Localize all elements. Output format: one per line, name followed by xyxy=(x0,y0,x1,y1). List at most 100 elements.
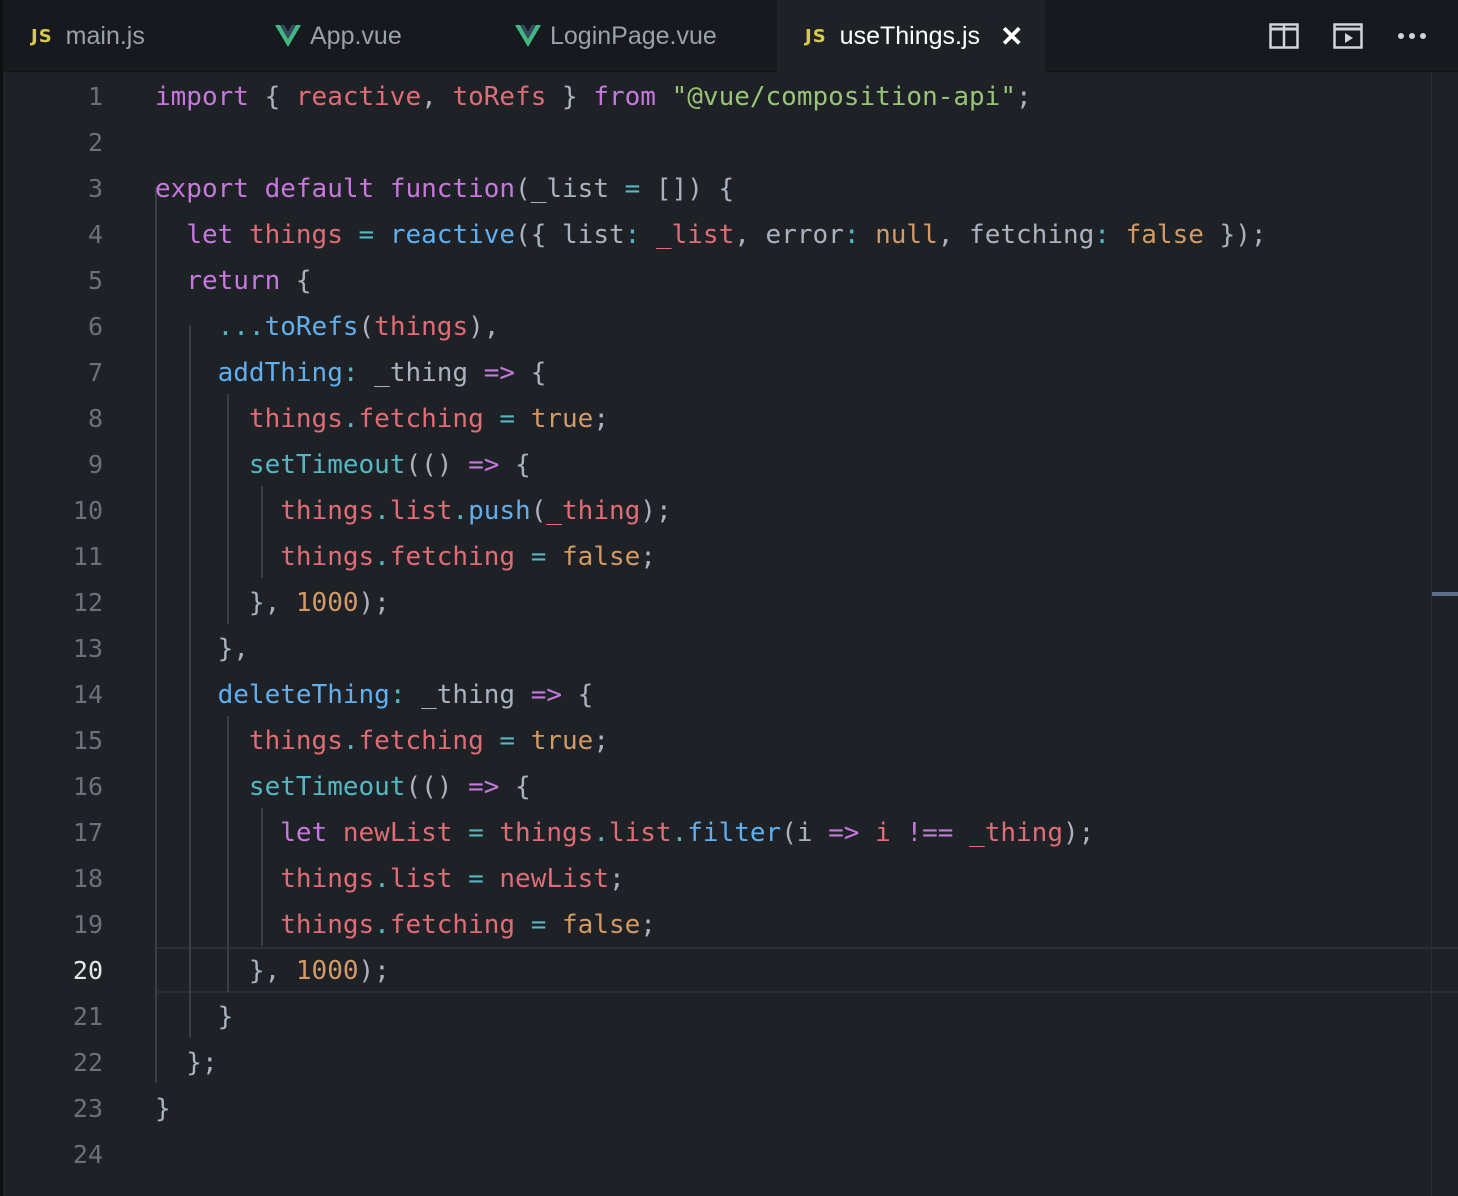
code-line[interactable]: things.fetching = true; xyxy=(155,718,609,764)
line-number: 19 xyxy=(72,910,103,939)
line-number: 18 xyxy=(72,864,103,893)
code-token: things xyxy=(499,818,594,848)
code-token: filter xyxy=(687,818,782,848)
close-icon[interactable]: ✕ xyxy=(1000,20,1023,53)
code-line[interactable]: }, xyxy=(155,626,249,672)
code-line[interactable]: setTimeout(() => { xyxy=(155,764,531,810)
code-token: _thing xyxy=(358,358,484,388)
code-line[interactable]: }, 1000); xyxy=(155,580,390,626)
code-line[interactable]: deleteThing: _thing => { xyxy=(155,672,594,718)
code-line[interactable]: things.fetching = false; xyxy=(155,534,656,580)
code-token: list xyxy=(608,818,672,848)
code-token: function xyxy=(389,174,516,204)
code-token: : xyxy=(342,358,359,388)
code-token: ; xyxy=(608,864,625,894)
code-token: ( xyxy=(358,312,375,342)
code-line[interactable]: addThing: _thing => { xyxy=(155,350,547,396)
vertical-scrollbar[interactable] xyxy=(1431,72,1458,1196)
code-token: { xyxy=(562,680,594,710)
code-line[interactable]: export default function(_list = []) { xyxy=(155,166,734,212)
code-token: { xyxy=(515,358,547,388)
code-token: !== xyxy=(906,818,954,848)
line-number: 6 xyxy=(87,312,103,341)
code-line[interactable]: return { xyxy=(155,258,311,304)
code-token: ), xyxy=(468,312,500,342)
code-token: . xyxy=(374,910,390,940)
code-token: return xyxy=(186,266,281,296)
code-token: things xyxy=(248,726,343,756)
code-token: _thing xyxy=(405,680,531,710)
code-line[interactable]: things.fetching = true; xyxy=(155,396,609,442)
run-preview-button[interactable] xyxy=(1316,0,1380,72)
line-number: 5 xyxy=(87,266,103,295)
code-token: push xyxy=(468,496,531,526)
code-token: export xyxy=(155,174,249,204)
code-token: ... xyxy=(217,312,265,342)
code-line[interactable]: }, 1000); xyxy=(155,948,390,994)
vue-icon xyxy=(275,25,301,47)
code-line[interactable]: things.fetching = false; xyxy=(155,902,656,948)
code-line[interactable]: things.list.push(_thing); xyxy=(155,488,671,534)
line-number: 3 xyxy=(87,174,103,203)
line-number: 1 xyxy=(87,82,103,111)
editor-actions xyxy=(1252,0,1444,72)
code-token: }); xyxy=(1203,220,1267,250)
code-token: { xyxy=(248,82,296,112)
js-icon: JS xyxy=(805,25,827,47)
code-line[interactable]: let things = reactive({ list: _list, err… xyxy=(155,212,1267,258)
line-number: 24 xyxy=(72,1140,103,1169)
code-token: toRefs xyxy=(452,82,547,112)
code-editor[interactable]: 1 2 3 4 5 6 7 8 9 10 11 12 13 14 15 16 17 18 19 20 21 22 23 24 … xyxy=(3,72,1458,1196)
code-token: setTimeout xyxy=(248,450,406,480)
code-line[interactable]: setTimeout(() => { xyxy=(155,442,531,488)
code-line[interactable]: }; xyxy=(155,1040,217,1086)
tab-main-js[interactable]: JS main.js xyxy=(31,0,251,72)
line-number: 10 xyxy=(72,496,103,525)
line-number: 12 xyxy=(72,588,103,617)
code-token: things xyxy=(248,404,343,434)
tab-loginpage-vue[interactable]: LoginPage.vue xyxy=(515,0,777,72)
code-token: fetching xyxy=(389,910,516,940)
code-line[interactable]: things.list = newList; xyxy=(155,856,625,902)
line-number: 17 xyxy=(72,818,103,847)
code-token: = xyxy=(624,174,641,204)
line-number: 22 xyxy=(72,1048,103,1077)
code-line[interactable]: let newList = things.list.filter(i => i … xyxy=(155,810,1094,856)
code-line[interactable]: } xyxy=(155,994,234,1040)
line-number: 4 xyxy=(87,220,103,249)
code-line[interactable]: ...toRefs(things), xyxy=(155,304,500,350)
code-line[interactable]: } xyxy=(155,1086,171,1132)
tab-usethings-js[interactable]: JS useThings.js ✕ xyxy=(777,0,1045,72)
tab-app-vue[interactable]: App.vue xyxy=(275,0,505,72)
code-token: => xyxy=(530,680,563,710)
more-actions-button[interactable] xyxy=(1380,0,1444,72)
code-token: = xyxy=(468,864,484,894)
code-token: (i xyxy=(781,818,829,848)
code-token: }, xyxy=(155,588,296,618)
code-token: newList xyxy=(342,818,453,848)
code-token: ); xyxy=(1062,818,1095,848)
line-number: 9 xyxy=(87,450,103,479)
code-token: ; xyxy=(593,726,609,756)
line-number: 14 xyxy=(72,680,103,709)
code-token: : xyxy=(389,680,406,710)
code-token: }, xyxy=(155,956,296,986)
code-line[interactable]: import { reactive, toRefs } from "@vue/c… xyxy=(155,74,1032,120)
split-editor-button[interactable] xyxy=(1252,0,1316,72)
